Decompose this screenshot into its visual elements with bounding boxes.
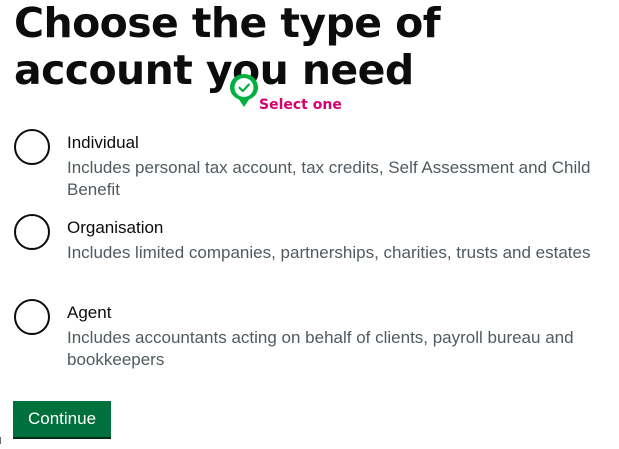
- radio-organisation[interactable]: [14, 214, 50, 250]
- radio-individual[interactable]: [14, 129, 50, 165]
- edge-marker: [0, 437, 1, 444]
- option-hint-organisation: Includes limited companies, partnerships…: [67, 243, 591, 262]
- option-label-individual[interactable]: Individual: [67, 133, 139, 153]
- continue-button[interactable]: Continue: [13, 401, 111, 437]
- option-hint-agent: Includes accountants acting on behalf of…: [67, 328, 574, 369]
- select-one-annotation: Select one: [259, 97, 342, 113]
- option-label-organisation[interactable]: Organisation: [67, 218, 163, 238]
- option-hint-individual: Includes personal tax account, tax credi…: [67, 158, 591, 199]
- option-label-agent[interactable]: Agent: [67, 303, 111, 323]
- check-pin-icon: [230, 74, 258, 107]
- page-title: Choose the type of account you need: [14, 0, 441, 94]
- radio-agent[interactable]: [14, 299, 50, 335]
